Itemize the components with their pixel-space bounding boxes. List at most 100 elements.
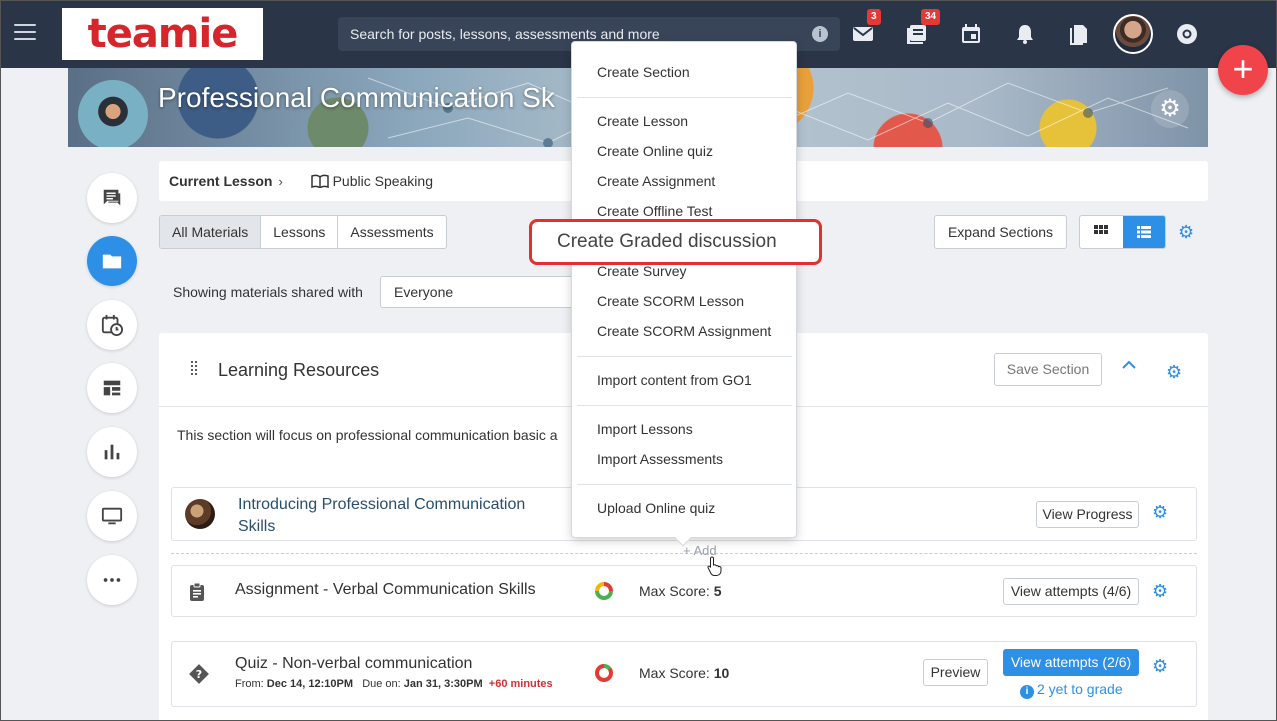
menu-create-graded-discussion[interactable]: Create Graded discussion — [529, 219, 822, 265]
notifications-bell-icon[interactable] — [1013, 22, 1037, 46]
mail-icon[interactable]: 3 — [851, 9, 881, 46]
course-settings-gear-icon[interactable]: ⚙ — [1151, 90, 1189, 128]
grid-view-icon[interactable] — [1080, 216, 1123, 248]
max-score-label: Max Score: — [639, 665, 710, 681]
rail-materials-button[interactable] — [87, 236, 137, 286]
lesson-title[interactable]: Introducing Professional Communication S… — [238, 494, 525, 538]
shared-with-label: Showing materials shared with — [173, 284, 363, 300]
calendar-clock-icon — [101, 314, 123, 336]
dashboard-icon — [103, 380, 121, 396]
materials-filter-tabs: All Materials Lessons Assessments — [159, 215, 447, 249]
menu-create-lesson[interactable]: Create Lesson — [597, 113, 688, 129]
rail-discussions-button[interactable] — [87, 173, 137, 223]
grading-note[interactable]: i2 yet to grade — [1020, 681, 1123, 699]
more-dots-icon — [103, 578, 121, 582]
from-label: From: — [235, 678, 264, 690]
menu-create-offline-test[interactable]: Create Offline Test — [597, 203, 712, 219]
book-icon — [310, 173, 333, 190]
menu-divider — [577, 484, 792, 485]
menu-divider — [577, 356, 792, 357]
menu-create-scorm-assignment[interactable]: Create SCORM Assignment — [597, 323, 771, 339]
lesson-thumbnail — [185, 499, 215, 529]
rail-analytics-button[interactable] — [87, 427, 137, 477]
rail-dashboard-button[interactable] — [87, 363, 137, 413]
tab-lessons[interactable]: Lessons — [261, 216, 339, 248]
menu-import-go1[interactable]: Import content from GO1 — [597, 372, 752, 388]
bar-chart-icon — [104, 444, 120, 460]
section-description: This section will focus on professional … — [177, 427, 558, 443]
monitor-icon — [101, 507, 123, 525]
current-lesson-label: Current Lesson — [169, 173, 273, 189]
late-allowance: +60 minutes — [488, 678, 553, 690]
quiz-question-icon: ? — [189, 664, 209, 687]
assignment-max-score: Max Score: 5 — [639, 583, 722, 599]
view-attempts-button[interactable]: View attempts (2/6) — [1003, 649, 1139, 676]
user-avatar[interactable] — [1113, 14, 1153, 54]
search-placeholder: Search for posts, lessons, assessments a… — [350, 26, 660, 42]
logo-text: teamie — [87, 11, 239, 57]
chat-icon — [103, 189, 121, 206]
svg-text:?: ? — [196, 668, 202, 681]
expand-sections-button[interactable]: Expand Sections — [934, 215, 1067, 249]
menu-create-assignment[interactable]: Create Assignment — [597, 173, 715, 189]
shared-with-select[interactable]: Everyone — [380, 276, 580, 308]
assignment-settings-gear-icon[interactable]: ⚙ — [1152, 581, 1168, 602]
collapse-chevron-up-icon[interactable] — [1122, 357, 1136, 375]
view-attempts-button[interactable]: View attempts (4/6) — [1003, 578, 1139, 605]
rail-classroom-button[interactable] — [87, 491, 137, 541]
rail-more-button[interactable] — [87, 555, 137, 605]
score-ring-icon — [595, 664, 613, 682]
lesson-title-line1: Introducing Professional Communication — [238, 496, 526, 513]
menu-import-assessments[interactable]: Import Assessments — [597, 451, 723, 467]
menu-create-survey[interactable]: Create Survey — [597, 263, 686, 279]
list-item-quiz[interactable]: ? Quiz - Non-verbal communication From: … — [171, 641, 1197, 707]
menu-import-lessons[interactable]: Import Lessons — [597, 421, 693, 437]
info-icon[interactable]: i — [812, 26, 828, 42]
menu-divider — [577, 97, 792, 98]
section-title: Learning Resources — [218, 360, 380, 380]
quiz-title[interactable]: Quiz - Non-verbal communication — [235, 655, 472, 673]
add-material-dropdown: Create Section Create Lesson Create Onli… — [571, 41, 797, 547]
max-score-value: 10 — [713, 665, 730, 681]
save-section-button[interactable]: Save Section — [994, 353, 1102, 386]
hamburger-menu-icon[interactable] — [14, 24, 36, 42]
lesson-link[interactable]: Public Speaking — [333, 173, 433, 189]
view-settings-gear-icon[interactable]: ⚙ — [1178, 222, 1194, 243]
preview-button[interactable]: Preview — [923, 659, 988, 686]
yet-to-grade-label: 2 yet to grade — [1037, 681, 1123, 697]
menu-create-section[interactable]: Create Section — [597, 64, 690, 80]
tab-all-materials[interactable]: All Materials — [160, 216, 262, 248]
due-value: Jan 31, 3:30PM — [403, 678, 483, 690]
calendar-icon[interactable] — [959, 22, 983, 46]
menu-create-online-quiz[interactable]: Create Online quiz — [597, 143, 713, 159]
quiz-settings-gear-icon[interactable]: ⚙ — [1152, 656, 1168, 677]
view-progress-button[interactable]: View Progress — [1036, 501, 1139, 528]
menu-upload-online-quiz[interactable]: Upload Online quiz — [597, 500, 715, 516]
add-fab-button[interactable]: + — [1218, 45, 1268, 95]
quiz-schedule: From: Dec 14, 12:10PM Due on: Jan 31, 3:… — [235, 678, 553, 690]
course-title: Professional Communication Sk — [158, 82, 555, 113]
drag-handle-icon[interactable] — [190, 360, 198, 376]
chevron-right-icon: › — [278, 174, 283, 189]
tab-assessments[interactable]: Assessments — [338, 216, 445, 248]
view-toggle — [1079, 215, 1166, 249]
teamie-logo[interactable]: teamie — [62, 8, 263, 60]
max-score-value: 5 — [713, 583, 722, 599]
menu-create-scorm-lesson[interactable]: Create SCORM Lesson — [597, 293, 744, 309]
info-circle-icon: i — [1020, 685, 1034, 699]
rail-schedule-button[interactable] — [87, 300, 137, 350]
score-ring-icon — [595, 582, 613, 600]
help-lifebuoy-icon[interactable] — [1175, 22, 1199, 46]
list-view-icon[interactable] — [1122, 216, 1165, 248]
newsfeed-badge: 34 — [921, 9, 941, 25]
newsfeed-icon[interactable]: 34 — [905, 9, 941, 46]
assignment-title[interactable]: Assignment - Verbal Communication Skills — [235, 581, 536, 599]
max-score-label: Max Score: — [639, 583, 710, 599]
course-avatar — [78, 80, 148, 147]
documents-icon[interactable] — [1067, 22, 1091, 46]
list-item-assignment[interactable]: Assignment - Verbal Communication Skills… — [171, 565, 1197, 617]
quiz-max-score: Max Score: 10 — [639, 665, 729, 681]
section-settings-gear-icon[interactable]: ⚙ — [1166, 362, 1182, 383]
due-label: Due on: — [362, 678, 401, 690]
lesson-settings-gear-icon[interactable]: ⚙ — [1152, 502, 1168, 523]
